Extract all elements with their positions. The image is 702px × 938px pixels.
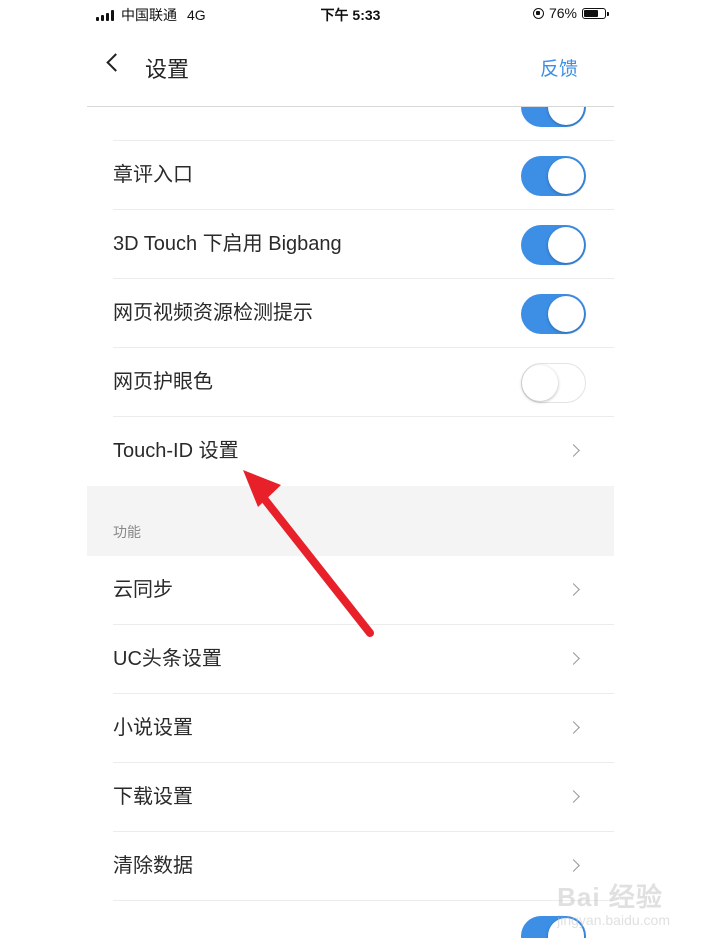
settings-row-uc-headlines[interactable]: UC头条设置 — [87, 625, 614, 694]
chevron-right-icon — [567, 721, 580, 734]
chevron-right-icon — [567, 790, 580, 803]
section-header-function: 功能 — [113, 524, 141, 540]
settings-row-cloud-sync[interactable]: 云同步 — [87, 556, 614, 625]
settings-row-clear-data[interactable]: 清除数据 — [87, 832, 614, 901]
settings-row-video-detection[interactable]: 网页视频资源检测提示 — [87, 279, 614, 348]
battery-icon — [582, 7, 609, 19]
back-chevron-icon[interactable] — [105, 56, 118, 69]
chevron-right-icon — [567, 583, 580, 596]
chevron-right-icon — [567, 444, 580, 457]
settings-row-novel[interactable]: 小说设置 — [87, 694, 614, 763]
toggle-switch[interactable] — [521, 916, 586, 938]
status-bar: 中国联通 4G 下午 5:33 76% — [87, 0, 614, 28]
chevron-right-icon — [567, 859, 580, 872]
toggle-switch[interactable] — [521, 156, 586, 196]
settings-row[interactable] — [87, 107, 614, 141]
section-separator: 功能 — [87, 486, 614, 556]
row-label: 章评入口 — [113, 164, 193, 186]
toggle-switch[interactable] — [521, 225, 586, 265]
row-label: 小说设置 — [113, 717, 193, 739]
settings-row-touch-id[interactable]: Touch-ID 设置 — [87, 417, 614, 486]
rotation-lock-icon — [532, 7, 544, 19]
status-right: 76% — [532, 5, 609, 21]
chevron-right-icon — [567, 652, 580, 665]
row-label: Touch-ID 设置 — [113, 440, 239, 462]
settings-scroll-area[interactable]: 章评入口 3D Touch 下启用 Bigbang 网页视频资源检测提示 网页护… — [87, 107, 614, 938]
settings-list: 章评入口 3D Touch 下启用 Bigbang 网页视频资源检测提示 网页护… — [87, 107, 614, 938]
battery-percent: 76% — [548, 5, 577, 21]
row-label: 网页视频资源检测提示 — [113, 302, 313, 324]
settings-row-partial[interactable] — [87, 901, 614, 938]
row-label: 清除数据 — [113, 855, 193, 877]
feedback-button[interactable]: 反馈 — [540, 54, 578, 81]
row-label: 下载设置 — [113, 786, 193, 808]
toggle-switch[interactable] — [521, 107, 586, 127]
nav-bar: 设置 反馈 — [87, 28, 614, 107]
settings-row-3d-touch-bigbang[interactable]: 3D Touch 下启用 Bigbang — [87, 210, 614, 279]
row-label: 网页护眼色 — [113, 371, 213, 393]
settings-row-chapter-comment[interactable]: 章评入口 — [87, 141, 614, 210]
row-label: 云同步 — [113, 579, 173, 601]
settings-row-download[interactable]: 下载设置 — [87, 763, 614, 832]
page-title: 设置 — [145, 57, 190, 82]
settings-row-eye-protection[interactable]: 网页护眼色 — [87, 348, 614, 417]
row-label: 3D Touch 下启用 Bigbang — [113, 233, 342, 255]
toggle-switch[interactable] — [521, 363, 586, 403]
row-label: UC头条设置 — [113, 648, 222, 670]
phone-screen: 中国联通 4G 下午 5:33 76% 设置 反馈 章评入口 3D Touch … — [87, 0, 614, 938]
toggle-switch[interactable] — [521, 294, 586, 334]
